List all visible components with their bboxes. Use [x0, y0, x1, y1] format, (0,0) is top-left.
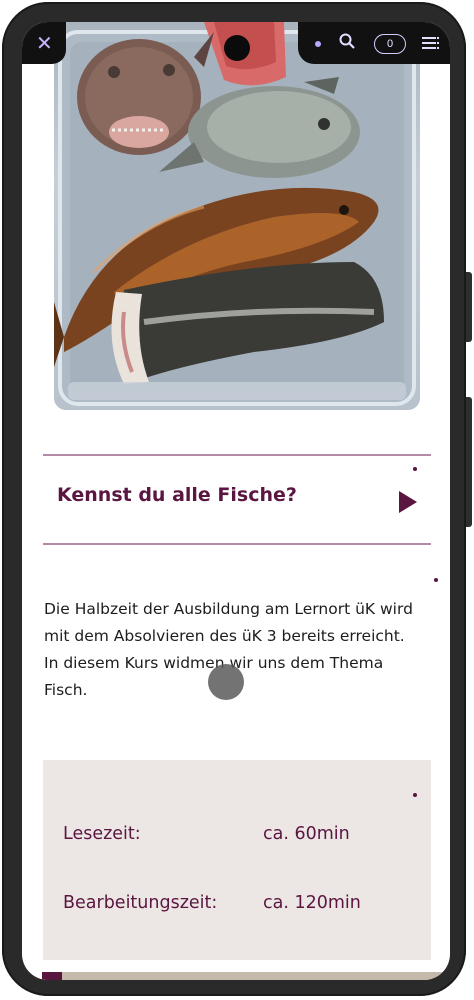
intro-line: mit dem Absolvieren des üK 3 bereits err… — [44, 627, 405, 645]
bottom-strip — [42, 972, 450, 980]
work-time-label: Bearbeitungszeit: — [63, 893, 218, 913]
menu-icon[interactable] — [422, 36, 440, 50]
close-icon[interactable]: ✕ — [36, 33, 53, 53]
search-icon[interactable] — [338, 32, 356, 50]
reading-time-value: ca. 60min — [263, 824, 350, 844]
play-icon[interactable] — [399, 491, 417, 513]
intro-line: Die Halbzeit der Ausbildung am Lernort ü… — [44, 600, 413, 618]
reading-time-label: Lesezeit: — [63, 824, 141, 844]
accordion-title: Kennst du alle Fische? — [57, 484, 297, 506]
volume-button — [466, 272, 472, 342]
screen: ✕ 0 Kennst du alle Fische? Die Halbzeit … — [22, 22, 450, 980]
power-button — [466, 397, 472, 527]
camera-cutout — [224, 35, 250, 61]
touch-indicator — [208, 664, 244, 700]
work-time-value: ca. 120min — [263, 893, 361, 913]
close-bar: ✕ — [22, 22, 66, 64]
bullet-marker — [413, 793, 417, 797]
notification-counter[interactable]: 0 — [374, 34, 406, 54]
fish-photo — [54, 22, 420, 410]
bullet-marker — [434, 578, 438, 582]
accordion-fish-quiz[interactable]: Kennst du alle Fische? — [43, 454, 431, 544]
phone-frame: ✕ 0 Kennst du alle Fische? Die Halbzeit … — [2, 2, 472, 996]
dot-icon — [315, 41, 321, 47]
fish-illustration — [54, 22, 416, 406]
bottom-strip-accent — [42, 972, 62, 980]
divider-bottom — [43, 543, 431, 545]
info-box: Lesezeit: ca. 60min Bearbeitungszeit: ca… — [43, 760, 431, 960]
